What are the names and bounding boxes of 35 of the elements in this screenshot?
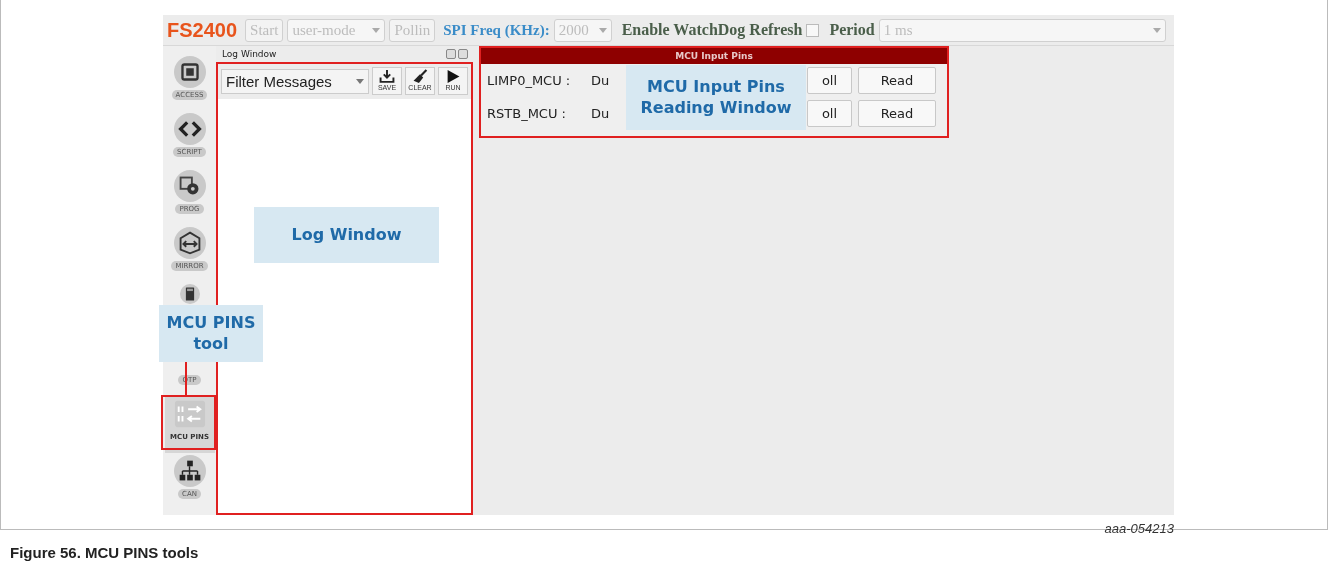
- pin-name: LIMP0_MCU :: [487, 73, 572, 88]
- code-brackets-icon: [173, 113, 206, 145]
- callout-tooltip: MCU Input Pins Reading Window: [626, 65, 806, 130]
- caret-icon: [1153, 27, 1161, 33]
- caret-icon: [356, 78, 364, 84]
- network-icon: [173, 455, 206, 487]
- filter-dropdown[interactable]: Filter Messages: [221, 68, 369, 94]
- gear-icon: [173, 170, 206, 202]
- read-button[interactable]: Read: [858, 67, 936, 94]
- pins-arrows-icon: [173, 398, 206, 430]
- watchdog-label: Enable WatchDog Refresh: [621, 21, 803, 39]
- pin-value: Du: [591, 73, 611, 88]
- poll-button[interactable]: oll: [807, 100, 852, 127]
- callout-tooltip: Log Window: [254, 207, 439, 263]
- mirror-icon: [173, 227, 206, 259]
- caret-icon: [372, 27, 381, 33]
- spi-frequency-label: SPI Freq (KHz):: [443, 21, 550, 39]
- read-button[interactable]: Read: [858, 100, 936, 127]
- figure-id: aaa-054213: [1103, 521, 1174, 536]
- download-icon: [378, 69, 396, 84]
- watchdog-checkbox[interactable]: [806, 23, 820, 37]
- app-logo-text: FS2400: [167, 18, 238, 42]
- leader-line: [185, 362, 187, 395]
- chip-icon: [173, 56, 206, 88]
- pin-value: Du: [591, 106, 611, 121]
- pin-name: RSTB_MCU :: [487, 106, 567, 121]
- brush-icon: [411, 69, 429, 84]
- period-label: Period: [829, 21, 875, 39]
- poll-button[interactable]: oll: [807, 67, 852, 94]
- caret-icon: [598, 27, 607, 33]
- figure-caption: Figure 56. MCU PINS tools: [9, 543, 200, 561]
- panel-title: MCU Input Pins: [675, 51, 753, 61]
- log-window-title: Log Window: [222, 49, 278, 59]
- callout-tooltip: MCU PINS tool: [159, 305, 263, 362]
- float-icon[interactable]: [446, 49, 456, 59]
